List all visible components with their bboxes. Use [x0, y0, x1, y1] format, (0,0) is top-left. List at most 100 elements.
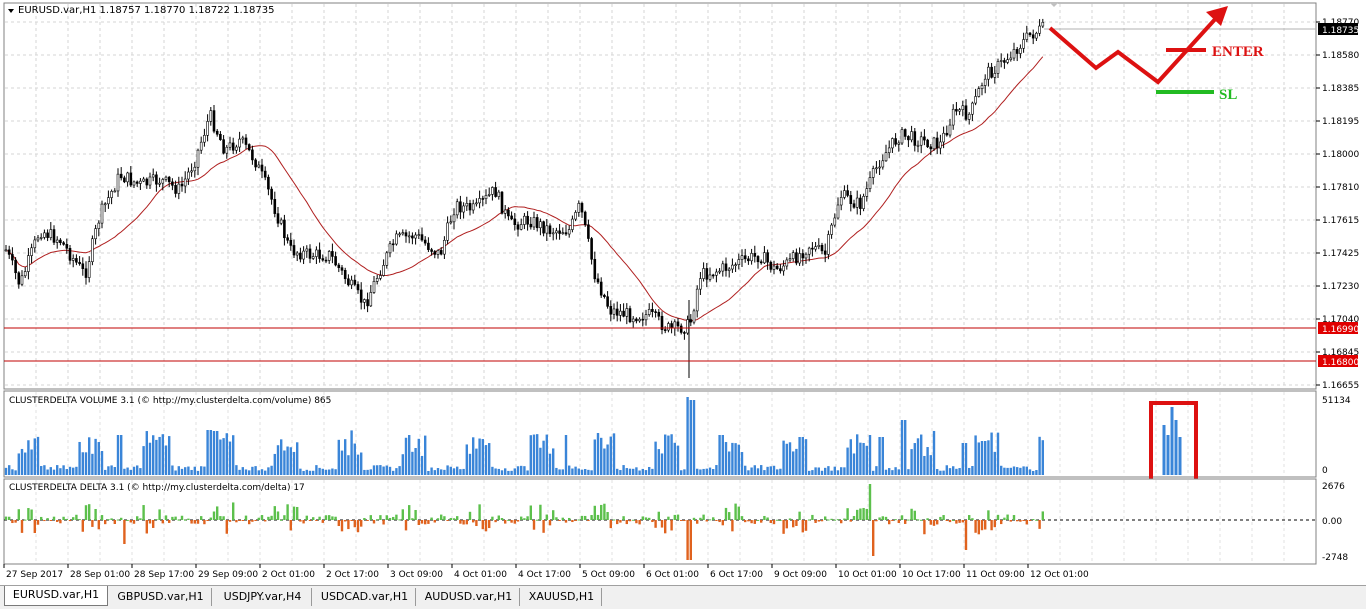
volume-bar: [385, 465, 388, 475]
delta-bar: [267, 516, 270, 520]
volume-bar: [904, 420, 907, 475]
volume-bar: [529, 435, 532, 475]
candle-body: [830, 224, 833, 235]
volume-bar: [936, 469, 939, 475]
candle-body: [103, 203, 107, 206]
candle-body: [151, 174, 155, 178]
delta-bar: [340, 520, 344, 532]
delta-bar: [100, 515, 104, 520]
delta-bar: [344, 520, 347, 522]
delta-bar: [984, 520, 987, 530]
volume-bar: [318, 467, 321, 475]
tab-eurusd[interactable]: EURUSD.var,H1: [4, 586, 108, 606]
delta-bar: [104, 520, 107, 525]
candle-body: [59, 239, 62, 243]
delta-bar: [881, 516, 884, 520]
volume-bar: [1016, 467, 1019, 475]
time-tick-label: 28 Sep 01:00: [70, 570, 130, 580]
volume-bar: [1006, 467, 1009, 475]
main-chart-frame[interactable]: [3, 2, 1317, 390]
delta-bar: [446, 520, 449, 521]
candle-body: [715, 271, 718, 276]
delta-bar: [753, 520, 756, 524]
candle-body: [737, 259, 741, 265]
delta-bar: [916, 519, 920, 521]
candle-body: [155, 174, 158, 185]
candle-body: [347, 278, 350, 286]
delta-bar: [865, 508, 868, 520]
volume-bar: [782, 440, 785, 475]
volume-bar: [340, 450, 344, 475]
delta-bar: [376, 519, 379, 521]
delta-bar: [353, 520, 356, 528]
delta-bar: [324, 515, 328, 520]
delta-bar: [388, 517, 392, 520]
price-axis[interactable]: 1.187701.185801.183851.181951.180001.178…: [1316, 18, 1359, 391]
volume-bar: [196, 470, 200, 475]
candle-body: [862, 196, 865, 209]
candle-body: [1022, 39, 1025, 49]
candle-body: [1003, 60, 1006, 63]
volume-bar: [484, 445, 488, 475]
delta-bar: [468, 511, 472, 520]
candle-body: [519, 224, 523, 230]
volume-bar: [523, 466, 526, 475]
volume-bar: [769, 466, 772, 475]
delta-bar: [8, 516, 11, 520]
volume-bar: [65, 469, 68, 475]
delta-bar: [328, 515, 331, 520]
volume-bar: [376, 465, 379, 475]
delta-bar: [296, 506, 299, 520]
volume-bar: [1022, 466, 1025, 475]
delta-bar: [212, 511, 216, 520]
tab-gbpusd[interactable]: GBPUSD.var,H1: [110, 588, 212, 606]
volume-bar: [369, 469, 372, 475]
candle-body: [606, 296, 609, 307]
candle-body: [977, 88, 981, 97]
delta-bar: [289, 520, 292, 531]
volume-bar: [897, 469, 900, 475]
delta-bar: [270, 515, 273, 520]
volume-bar: [468, 453, 472, 475]
volume-bar: [414, 448, 417, 475]
volume-bar: [209, 430, 212, 475]
candle-body: [766, 252, 769, 263]
candle-body: [174, 185, 177, 194]
volume-bar: [283, 450, 286, 475]
candle-body: [1041, 22, 1045, 27]
volume-bar: [619, 470, 622, 475]
tab-usdcad[interactable]: USDCAD.var,H1: [314, 588, 416, 606]
delta-bar: [763, 515, 766, 520]
candle-body: [1009, 57, 1013, 60]
candle-body: [670, 323, 673, 329]
delta-bar: [126, 519, 129, 521]
time-axis[interactable]: 27 Sep 2017 28 Sep 01:00 28 Sep 17:00 29 Se…: [3, 564, 1089, 580]
delta-bar: [801, 520, 804, 533]
delta-bar: [606, 512, 609, 520]
chart-area[interactable]: ENTER SL EURUSD.var,H1 1.18757 1.18770 1…: [0, 0, 1366, 585]
delta-bar: [772, 520, 776, 525]
candle-body: [619, 310, 622, 316]
candle-body: [113, 190, 117, 193]
volume-bar: [308, 470, 312, 475]
delta-bar: [513, 520, 516, 524]
volume-bar-sample: [1162, 425, 1166, 475]
candle-body: [961, 105, 965, 110]
volume-bar: [216, 431, 219, 475]
tab-usdjpy[interactable]: USDJPY.var,H4: [214, 588, 312, 606]
tab-xauusd[interactable]: XAUUSD,H1: [522, 588, 602, 606]
time-tick-label: 11 Oct 09:00: [966, 570, 1025, 580]
delta-bar: [257, 517, 260, 520]
tab-audusd[interactable]: AUDUSD.var,H1: [418, 588, 520, 606]
volume-bar: [164, 445, 168, 475]
candle-body: [1035, 32, 1038, 39]
volume-bar: [8, 465, 11, 475]
volume-bar: [747, 470, 750, 475]
candle-body: [868, 177, 872, 189]
time-tick-label: 12 Oct 01:00: [1030, 570, 1089, 580]
candle-body: [14, 259, 17, 274]
volume-bar: [865, 445, 868, 475]
candle-body: [420, 234, 424, 241]
delta-bar: [49, 520, 52, 521]
volume-bar: [270, 465, 273, 475]
